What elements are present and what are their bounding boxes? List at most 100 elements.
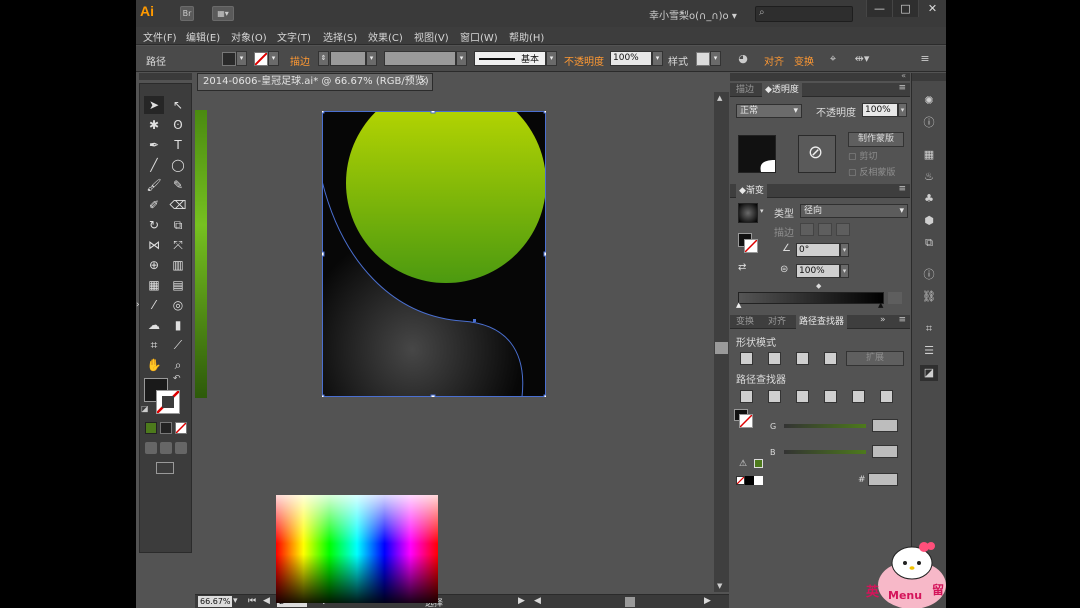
paintbrush-tool-icon[interactable]: 🖌︎ (144, 176, 164, 194)
document-tab[interactable]: 2014-0606-皇冠足球.ai* @ 66.67% (RGB/预览) ✕ (197, 73, 433, 91)
make-mask-button[interactable]: 制作蒙版 (848, 132, 904, 147)
lasso-tool-icon[interactable]: ʘ (168, 116, 188, 134)
zoom-field[interactable]: 66.67% (198, 596, 232, 607)
stroke-weight-stepper[interactable]: ⇕ (318, 51, 329, 66)
fill-dropdown[interactable]: ▾ (236, 51, 247, 66)
draw-inside-icon[interactable] (175, 442, 187, 454)
unite-icon[interactable] (740, 352, 753, 365)
gradient-swatch-dropdown-icon[interactable]: ▾ (760, 207, 764, 215)
info-icon[interactable]: ⓘ (920, 115, 938, 131)
bridge-button[interactable]: Br (180, 6, 194, 21)
color-guide-icon[interactable]: ✺ (920, 93, 938, 109)
ellipse-tool-icon[interactable]: ◯ (168, 156, 188, 174)
free-transform-tool-icon[interactable]: ⤧ (168, 236, 188, 254)
crop-icon[interactable] (824, 390, 837, 403)
magic-wand-tool-icon[interactable]: ✱ (144, 116, 164, 134)
stroke-weight-field[interactable] (330, 51, 366, 66)
handle-top-center[interactable] (430, 111, 436, 114)
minus-back-icon[interactable] (880, 390, 893, 403)
panel-collapse-arrow-icon[interactable]: › (136, 300, 140, 310)
links-icon[interactable]: ⛓ (920, 289, 938, 305)
white-swatch[interactable] (754, 476, 763, 485)
nearest-web-color-swatch[interactable] (754, 459, 763, 468)
recolor-artwork-icon[interactable]: ◕ (736, 52, 750, 66)
menu-window[interactable]: 窗口(W) (460, 29, 498, 44)
b-channel-field[interactable] (872, 445, 898, 458)
gradient-stop-right-icon[interactable]: ▲ (878, 301, 883, 309)
pathfinder-rail-icon[interactable]: ◪ (920, 365, 938, 381)
color-spectrum-shading[interactable] (276, 495, 438, 603)
brush-dropdown[interactable]: ▾ (546, 51, 557, 66)
vertical-scrollbar[interactable]: ▲ ▼ (714, 92, 729, 592)
menu-help[interactable]: 帮助(H) (509, 29, 544, 44)
exclude-icon[interactable] (824, 352, 837, 365)
variable-width-dropdown[interactable]: ▾ (456, 51, 467, 66)
object-thumbnail[interactable] (738, 135, 776, 173)
gradient-slider[interactable] (738, 292, 884, 304)
mask-thumbnail[interactable]: ⊘ (798, 135, 836, 173)
screen-mode-icon[interactable] (156, 462, 174, 474)
scroll-down-icon[interactable]: ▼ (717, 582, 722, 590)
layers-icon[interactable]: ☰ (920, 343, 938, 359)
pen-tool-icon[interactable]: ✒ (144, 136, 164, 154)
swap-fill-stroke-icon[interactable]: ↶ (173, 374, 181, 384)
scroll-thumb[interactable] (715, 342, 728, 354)
dock-header[interactable]: « (730, 71, 910, 81)
stroke-color-box[interactable] (156, 390, 180, 414)
hand-tool-icon[interactable]: ✋ (144, 356, 164, 374)
g-channel-field[interactable] (872, 419, 898, 432)
none-mode-icon[interactable] (175, 422, 187, 434)
selection-tool-icon[interactable]: ➤ (144, 96, 164, 114)
line-tool-icon[interactable]: ╱ (144, 156, 164, 174)
clip-checkbox[interactable]: ▢ 剪切 (848, 149, 877, 162)
type-tool-icon[interactable]: T (168, 136, 188, 154)
handle-middle-left[interactable] (322, 251, 325, 257)
scale-tool-icon[interactable]: ⧉ (168, 216, 188, 234)
invert-mask-checkbox[interactable]: ▢ 反相蒙版 (848, 165, 895, 178)
tab-transform[interactable]: 变换 (736, 315, 754, 329)
stroke-gradient-within-icon[interactable] (800, 223, 814, 236)
gradient-stop-left-icon[interactable]: ▲ (736, 301, 741, 309)
slice-tool-icon[interactable]: ⟋ (168, 336, 188, 354)
opacity-dropdown[interactable]: ▾ (652, 51, 663, 66)
expand-button[interactable]: 扩展 (846, 351, 904, 366)
graphic-styles-icon[interactable]: ⬢ (920, 213, 938, 229)
zoom-tool-icon[interactable]: ⌕ (168, 356, 188, 374)
symbol-sprayer-tool-icon[interactable]: ☁ (144, 316, 164, 334)
control-bar-menu-icon[interactable]: ≡ (918, 52, 932, 66)
b-channel-slider[interactable] (784, 450, 866, 454)
blend-mode-select[interactable]: 正常 ▾ (736, 104, 802, 118)
brush-definition[interactable]: 基本 (474, 51, 546, 66)
mesh-tool-icon[interactable]: ▦ (144, 276, 164, 294)
pathfinder-more-tabs-icon[interactable]: » (880, 315, 886, 325)
artboard-tool-icon[interactable]: ⌗ (144, 336, 164, 354)
menu-type[interactable]: 文字(T) (277, 29, 311, 44)
maximize-button[interactable]: □ (892, 0, 918, 17)
gradient-panel-menu-icon[interactable]: ≡ (898, 184, 906, 194)
close-button[interactable]: ✕ (918, 0, 946, 17)
handle-top-left[interactable] (322, 111, 325, 114)
column-graph-tool-icon[interactable]: ▮ (168, 316, 188, 334)
brushes-icon[interactable]: ♨ (920, 169, 938, 185)
dock-collapse-icon[interactable]: « (901, 71, 906, 80)
stroke-gradient-along-icon[interactable] (818, 223, 832, 236)
transparency-opacity-dropdown[interactable]: ▾ (898, 103, 907, 117)
gradient-aspect-field[interactable]: 100% (796, 264, 840, 278)
hscroll-right-icon[interactable]: ▶ (704, 596, 711, 606)
stroke-swatch[interactable] (254, 52, 268, 66)
handle-bottom-left[interactable] (322, 394, 325, 397)
gradient-type-select[interactable]: 径向 ▾ (800, 204, 908, 218)
isolate-object-icon[interactable]: ⌖ (826, 52, 840, 66)
stroke-dropdown[interactable]: ▾ (268, 51, 279, 66)
draw-behind-icon[interactable] (160, 442, 172, 454)
handle-top-right[interactable] (543, 111, 546, 114)
user-account-label[interactable]: 幸小雪梨o(∩_∩)o ▾ (649, 7, 737, 22)
delete-gradient-stop-icon[interactable] (888, 292, 902, 304)
out-of-gamut-icon[interactable]: ⚠ (739, 459, 747, 469)
tab-gradient[interactable]: ◆渐变 (736, 184, 767, 198)
anchor-point[interactable] (473, 319, 476, 322)
intersect-icon[interactable] (796, 352, 809, 365)
opacity-field[interactable]: 100% (610, 51, 652, 66)
menu-file[interactable]: 文件(F) (143, 29, 177, 44)
transparency-panel-menu-icon[interactable]: ≡ (898, 83, 906, 93)
